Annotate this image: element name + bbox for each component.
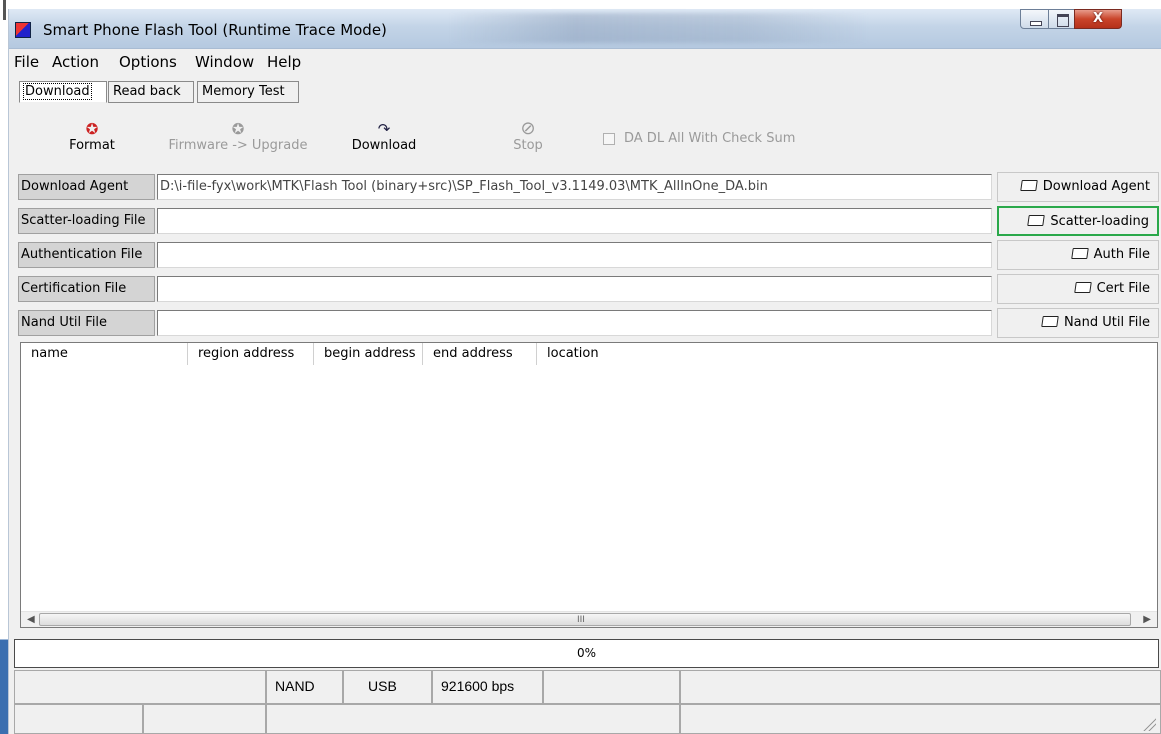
column-header-location[interactable]: location [537, 343, 1157, 365]
status-storage-type: NAND [266, 670, 343, 704]
download-agent-button[interactable]: Download Agent [997, 172, 1159, 202]
stop-label: Stop [513, 138, 543, 153]
column-header-region-address[interactable]: region address [188, 343, 314, 365]
column-header-end-address[interactable]: end address [423, 343, 537, 365]
status-cell-empty [543, 670, 680, 704]
app-icon[interactable] [15, 22, 31, 38]
cert-file-button[interactable]: Cert File [997, 274, 1159, 304]
format-button[interactable]: ✪ Format [58, 120, 126, 153]
scatter-loading-button[interactable]: Scatter-loading [997, 206, 1159, 236]
download-agent-label: Download Agent [18, 174, 155, 200]
scrollbar-grip: III [577, 615, 585, 625]
download-button[interactable]: ↷ Download [344, 120, 424, 153]
scroll-right-arrow-icon[interactable]: ▶ [1143, 612, 1151, 628]
authentication-file-label: Authentication File [18, 242, 155, 268]
resize-grip-icon[interactable] [1142, 717, 1156, 731]
status-port-type: USB [343, 670, 432, 704]
status-cell-empty [143, 704, 266, 734]
folder-icon [1027, 215, 1046, 226]
nand-util-file-button[interactable]: Nand Util File [997, 308, 1159, 338]
folder-icon [1041, 316, 1059, 327]
close-button[interactable]: X [1074, 9, 1122, 29]
tab-memory-test[interactable]: Memory Test [197, 81, 299, 103]
status-bar-top: NAND USB 921600 bps [14, 670, 1161, 704]
format-icon: ✪ [85, 120, 99, 138]
scrollbar-thumb[interactable]: III [39, 613, 1131, 626]
title-bar[interactable]: Smart Phone Flash Tool (Runtime Trace Mo… [9, 9, 1161, 49]
progress-bar: 0% [14, 639, 1159, 668]
nand-util-file-button-label: Nand Util File [1063, 315, 1150, 330]
status-bar-bottom [14, 704, 1161, 734]
folder-icon [1019, 180, 1038, 191]
menu-file[interactable]: File [14, 53, 39, 71]
stop-button[interactable]: ⊘ Stop [506, 118, 550, 154]
firmware-upgrade-label: Firmware -> Upgrade [168, 138, 308, 153]
checksum-label: DA DL All With Check Sum [624, 131, 796, 146]
minimize-button[interactable] [1020, 9, 1049, 29]
auth-file-button-label: Auth File [1093, 247, 1150, 262]
close-icon: X [1092, 11, 1104, 26]
folder-icon [1073, 282, 1092, 293]
firmware-upgrade-icon: ✪ [231, 120, 245, 138]
status-baud-rate: 921600 bps [432, 670, 543, 704]
menu-options[interactable]: Options [119, 53, 177, 71]
nand-util-file-label: Nand Util File [18, 310, 155, 336]
folder-icon [1070, 248, 1089, 259]
window-left-edge [0, 9, 8, 734]
window-title: Smart Phone Flash Tool (Runtime Trace Mo… [43, 21, 387, 39]
download-agent-path-field[interactable]: D:\i-file-fyx\work\MTK\Flash Tool (binar… [157, 174, 992, 200]
horizontal-scrollbar[interactable]: ◀ III ▶ [21, 611, 1157, 627]
scatter-loading-path-field[interactable] [157, 208, 992, 234]
firmware-upgrade-button[interactable]: ✪ Firmware -> Upgrade [166, 120, 310, 153]
menu-action[interactable]: Action [52, 53, 99, 71]
auth-file-button[interactable]: Auth File [997, 240, 1159, 270]
status-cell-empty [680, 670, 1161, 704]
download-arrow-icon: ↷ [377, 120, 391, 138]
status-cell-empty [14, 670, 266, 704]
maximize-button[interactable] [1048, 9, 1075, 29]
status-cell-empty [266, 704, 680, 734]
nand-util-file-path-field[interactable] [157, 310, 992, 336]
certification-file-label: Certification File [18, 276, 155, 302]
authentication-file-path-field[interactable] [157, 242, 992, 268]
menu-window[interactable]: Window [195, 53, 254, 71]
tab-download-label: Download [23, 83, 92, 100]
menu-help[interactable]: Help [267, 53, 301, 71]
column-header-begin-address[interactable]: begin address [314, 343, 423, 365]
cert-file-button-label: Cert File [1096, 281, 1150, 296]
download-agent-button-label: Download Agent [1042, 179, 1150, 194]
window-shadow [3, 0, 6, 20]
scatter-loading-label: Scatter-loading File [18, 208, 155, 234]
tab-read-back[interactable]: Read back [108, 81, 194, 103]
tab-download[interactable]: Download [19, 81, 107, 103]
column-header-name[interactable]: name [21, 343, 188, 365]
download-label: Download [351, 138, 417, 153]
scatter-loading-button-label: Scatter-loading [1050, 214, 1149, 229]
status-cell-empty [680, 704, 1161, 734]
menu-bar: File Action Options Window Help [9, 50, 1161, 72]
certification-file-path-field[interactable] [157, 276, 992, 302]
title-bar-blur [449, 13, 869, 43]
checksum-checkbox[interactable] [603, 133, 615, 145]
scroll-left-arrow-icon[interactable]: ◀ [27, 612, 35, 628]
format-label: Format [69, 138, 115, 153]
status-cell-empty [14, 704, 143, 734]
image-list-view[interactable]: name region address begin address end ad… [20, 342, 1158, 628]
progress-percent: 0% [576, 646, 597, 660]
stop-icon: ⊘ [520, 118, 536, 139]
